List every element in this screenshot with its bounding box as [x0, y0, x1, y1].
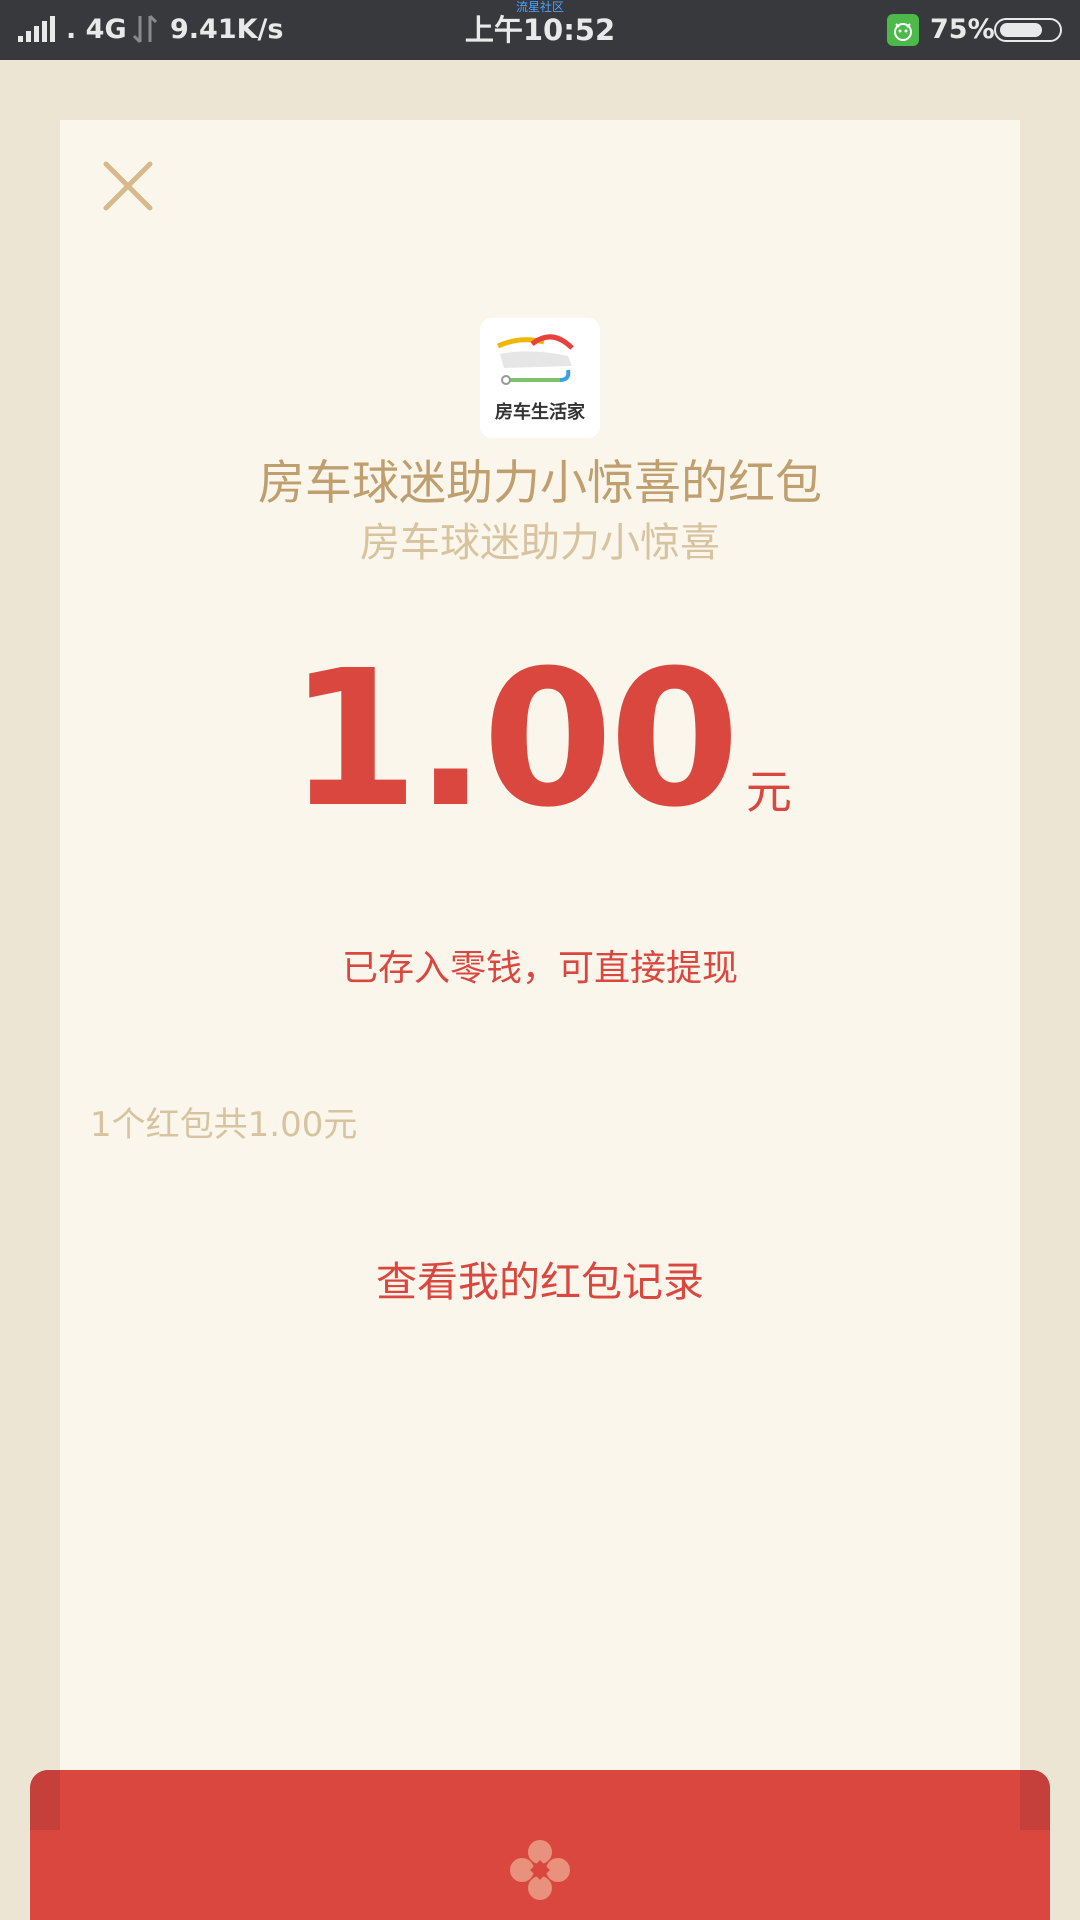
deposit-note: 已存入零钱，可直接提现: [341, 948, 738, 989]
sender-logo: 房车生活家: [480, 318, 600, 438]
view-records-link[interactable]: 查看我的红包记录: [340, 1254, 740, 1310]
red-packet-card: 房车生活家 房车球迷助力小惊喜的红包 房车球迷助力小惊喜 1.00 元 已存入零钱…: [60, 120, 1020, 1820]
envelope-right-flap: [1020, 1770, 1050, 1830]
close-icon[interactable]: [100, 158, 156, 214]
clock: 上午10:52: [464, 13, 616, 47]
envelope-zigzag-edge: [60, 1818, 1020, 1836]
status-bar: . 4G 9.41K/s 流星社区 上午10:52 75%: [0, 0, 1080, 60]
amount-display: 1.00 元: [60, 640, 1020, 840]
network-type: . 4G: [66, 14, 127, 45]
flower-icon: [510, 1840, 570, 1900]
app-notification-icon: [887, 14, 919, 46]
battery-percent: 75%: [930, 14, 995, 45]
network-speed: 9.41K/s: [170, 14, 284, 45]
logo-text: 房车生活家: [495, 402, 585, 423]
battery-icon: [994, 18, 1062, 42]
rv-logo-icon: [496, 334, 574, 385]
packet-title: 房车球迷助力小惊喜的红包: [258, 456, 822, 511]
data-arrows-icon: [132, 14, 158, 44]
amount-value: 1.00: [288, 630, 740, 849]
signal-icon: [18, 16, 55, 42]
amount-unit: 元: [745, 765, 792, 819]
battery-level: [1000, 23, 1042, 37]
packet-summary: 1个红包共1.00元: [90, 1105, 358, 1145]
packet-subtitle: 房车球迷助力小惊喜: [360, 520, 720, 566]
envelope-left-flap: [30, 1770, 60, 1830]
